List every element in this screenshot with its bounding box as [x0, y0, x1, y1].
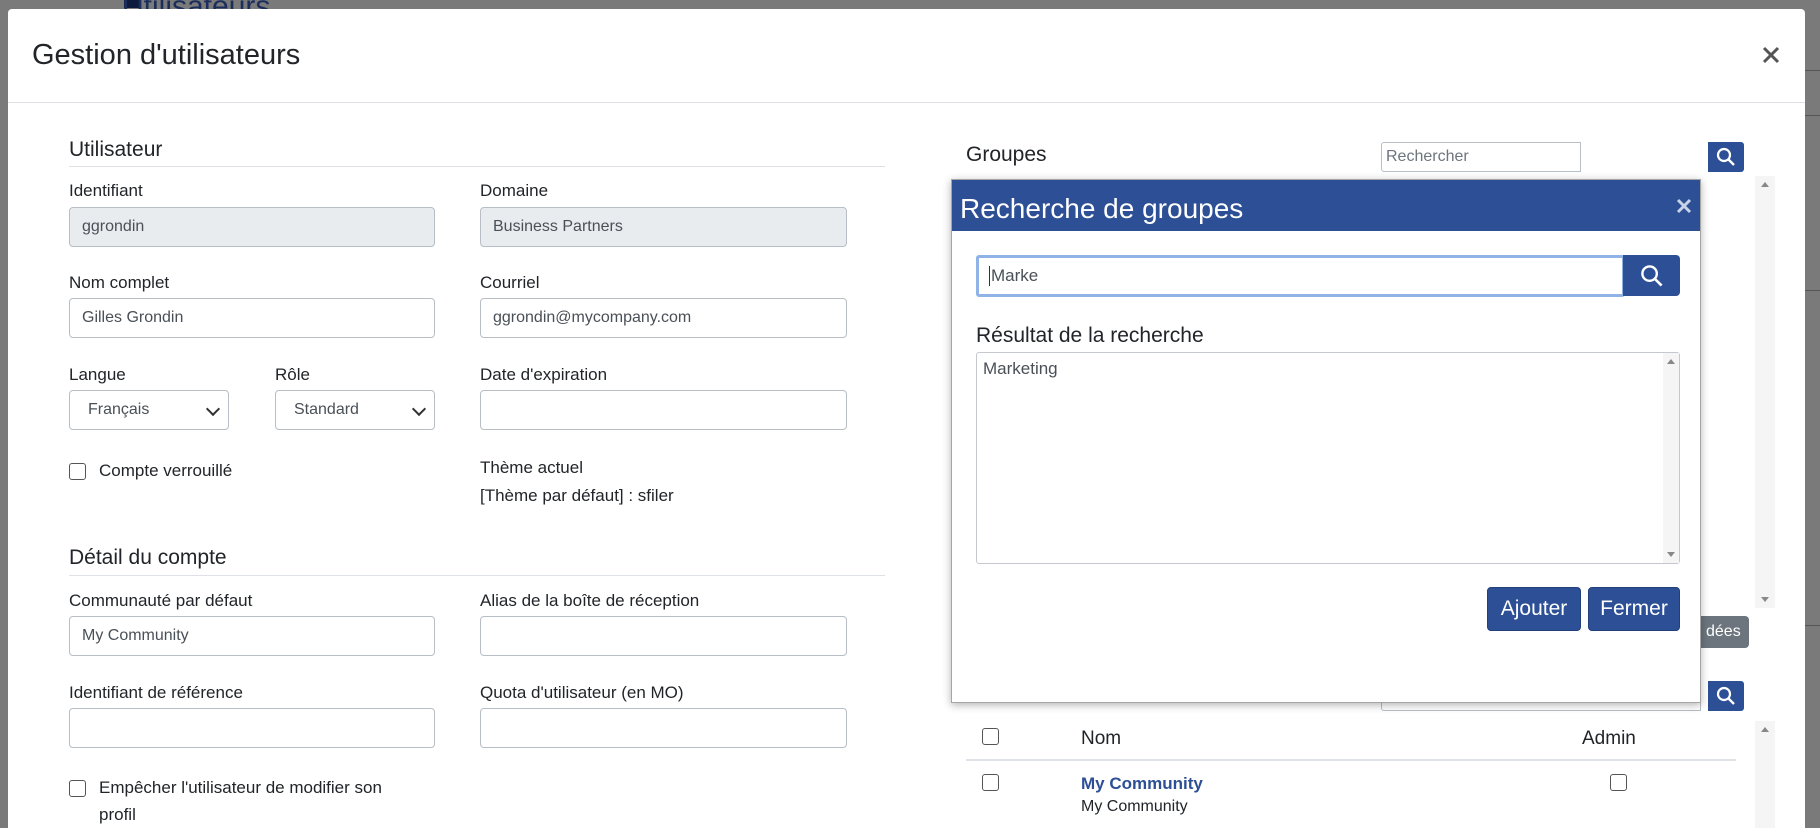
scroll-up-icon — [1761, 727, 1769, 732]
group-search-value: Marke — [991, 266, 1039, 285]
close-button[interactable]: Fermer — [1588, 587, 1680, 631]
email-field[interactable]: ggrondin@mycompany.com — [480, 298, 847, 338]
chevron-down-icon — [205, 401, 221, 417]
result-item[interactable]: Marketing — [983, 359, 1058, 379]
email-label: Courriel — [480, 273, 540, 292]
background-divider — [1804, 290, 1820, 291]
groups-search-button[interactable] — [1708, 142, 1744, 172]
reference-id-field[interactable] — [69, 708, 435, 748]
section-divider — [69, 166, 885, 167]
results-label: Résultat de la recherche — [976, 324, 1204, 347]
add-button[interactable]: Ajouter — [1487, 587, 1581, 631]
prevent-edit-label: Empêcher l'utilisateur de modifier son — [99, 778, 382, 797]
results-list[interactable]: Marketing — [976, 352, 1680, 564]
locked-account-label: Compte verrouillé — [99, 461, 233, 480]
text-cursor — [989, 266, 990, 286]
expiration-date-field[interactable] — [480, 390, 847, 430]
account-section-title: Détail du compte — [69, 546, 227, 569]
identifier-field[interactable]: ggrondin — [69, 207, 435, 247]
domain-label: Domaine — [480, 181, 549, 200]
chevron-down-icon — [411, 401, 427, 417]
domain-field[interactable]: Business Partners — [480, 207, 847, 247]
inbox-alias-field[interactable] — [480, 616, 847, 656]
modal-title: Gestion d'utilisateurs — [32, 39, 301, 71]
community-subtitle: My Community — [1081, 798, 1188, 815]
background-divider — [1804, 70, 1820, 71]
role-label: Rôle — [275, 365, 310, 384]
section-divider — [69, 575, 885, 576]
user-section-title: Utilisateur — [69, 138, 163, 161]
default-community-field[interactable]: My Community — [69, 616, 435, 656]
table-header-divider — [966, 759, 1736, 761]
dialog-header: Recherche de groupes — [952, 180, 1700, 231]
dialog-close-icon[interactable] — [1676, 190, 1692, 221]
prevent-edit-checkbox[interactable] — [69, 780, 86, 797]
group-search-button[interactable] — [1623, 255, 1680, 296]
locked-account-checkbox[interactable] — [69, 463, 86, 480]
role-select[interactable]: Standard — [275, 390, 435, 430]
fullname-field[interactable]: Gilles Grondin — [69, 298, 435, 338]
fullname-label: Nom complet — [69, 273, 170, 292]
scroll-up-icon — [1761, 182, 1769, 187]
reference-id-label: Identifiant de référence — [69, 683, 243, 702]
group-search-dialog: Recherche de groupes Marke Résultat de l… — [951, 179, 1701, 703]
theme-label: Thème actuel — [480, 458, 583, 477]
group-search-input[interactable]: Marke — [976, 255, 1625, 297]
modal-header: Gestion d'utilisateurs — [8, 9, 1805, 103]
results-scrollbar[interactable] — [1663, 353, 1679, 563]
quota-label: Quota d'utilisateur (en MO) — [480, 683, 684, 702]
groups-search-input[interactable]: Rechercher — [1381, 142, 1581, 172]
scroll-down-icon — [1667, 552, 1675, 557]
scroll-down-icon — [1761, 597, 1769, 602]
quota-field[interactable] — [480, 708, 847, 748]
row-checkbox[interactable] — [982, 774, 999, 791]
search-icon — [1640, 264, 1663, 287]
communities-search-button[interactable] — [1708, 681, 1744, 711]
modal-close-icon[interactable] — [1761, 39, 1781, 69]
theme-value: [Thème par défaut] : sfiler — [480, 486, 674, 505]
search-icon — [1716, 686, 1735, 705]
background-divider — [1804, 625, 1820, 626]
default-community-label: Communauté par défaut — [69, 591, 253, 610]
groups-title: Groupes — [966, 143, 1047, 166]
expiration-label: Date d'expiration — [480, 365, 608, 384]
language-select[interactable]: Français — [69, 390, 229, 430]
inbox-alias-label: Alias de la boîte de réception — [480, 591, 700, 610]
communities-scrollbar[interactable] — [1755, 721, 1775, 828]
prevent-edit-label-cont: profil — [99, 805, 136, 824]
admin-checkbox[interactable] — [1610, 774, 1627, 791]
advanced-button[interactable]: dées — [1698, 616, 1749, 648]
language-label: Langue — [69, 365, 126, 384]
column-header-admin: Admin — [1582, 728, 1636, 749]
background-divider — [1804, 115, 1820, 116]
column-header-name: Nom — [1081, 728, 1122, 749]
identifier-label: Identifiant — [69, 181, 143, 200]
role-select-value: Standard — [294, 401, 359, 418]
language-select-value: Français — [88, 401, 150, 418]
search-icon — [1716, 147, 1735, 166]
dialog-title: Recherche de groupes — [960, 193, 1244, 224]
groups-scrollbar[interactable] — [1755, 176, 1775, 608]
scroll-up-icon — [1667, 359, 1675, 364]
community-link[interactable]: My Community — [1081, 774, 1203, 794]
select-all-checkbox[interactable] — [982, 728, 999, 745]
